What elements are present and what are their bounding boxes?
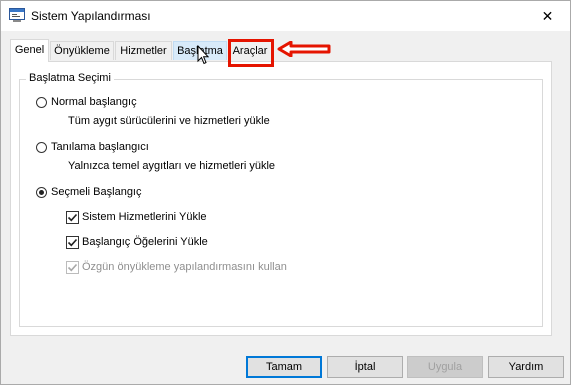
- checkmark-icon: [67, 238, 78, 247]
- tab-services[interactable]: Hizmetler: [115, 41, 172, 60]
- annotation-highlight-box: [228, 39, 274, 67]
- window-title: Sistem Yapılandırması: [31, 9, 151, 23]
- apply-button: Uygula: [407, 356, 483, 378]
- msconfig-icon: [9, 8, 25, 22]
- checkmark-icon: [67, 213, 78, 222]
- group-legend: Başlatma Seçimi: [26, 72, 114, 84]
- diagnostic-startup-label[interactable]: Tanılama başlangıcı: [51, 141, 149, 153]
- checkmark-icon: [67, 263, 78, 272]
- load-system-services-checkbox[interactable]: [66, 211, 79, 224]
- mouse-cursor-icon: [197, 45, 209, 65]
- diagnostic-startup-radio[interactable]: [36, 142, 47, 153]
- diagnostic-startup-description: Yalnızca temel aygıtları ve hizmetleri y…: [68, 160, 276, 172]
- load-startup-items-checkbox[interactable]: [66, 236, 79, 249]
- selective-startup-label[interactable]: Seçmeli Başlangıç: [51, 186, 142, 198]
- ok-button[interactable]: Tamam: [246, 356, 322, 378]
- title-bar: Sistem Yapılandırması ✕: [1, 1, 570, 31]
- normal-startup-radio[interactable]: [36, 97, 47, 108]
- normal-startup-description: Tüm aygıt sürücülerini ve hizmetleri yük…: [68, 115, 270, 127]
- selective-startup-radio[interactable]: [36, 187, 47, 198]
- load-system-services-label[interactable]: Sistem Hizmetlerini Yükle: [82, 211, 207, 223]
- load-startup-items-label[interactable]: Başlangıç Öğelerini Yükle: [82, 236, 208, 248]
- annotation-arrow-icon: [277, 41, 331, 57]
- tab-boot[interactable]: Önyükleme: [50, 41, 114, 60]
- use-original-boot-config-checkbox: [66, 261, 79, 274]
- normal-startup-label[interactable]: Normal başlangıç: [51, 96, 137, 108]
- close-button[interactable]: ✕: [525, 1, 570, 31]
- close-icon: ✕: [541, 7, 554, 24]
- help-button[interactable]: Yardım: [488, 356, 564, 378]
- system-configuration-window: Sistem Yapılandırması ✕ Genel Önyükleme …: [0, 0, 571, 385]
- startup-selection-group: Başlatma Seçimi Normal başlangıç Tüm ayg…: [19, 72, 543, 327]
- general-tab-panel: Başlatma Seçimi Normal başlangıç Tüm ayg…: [10, 61, 552, 336]
- use-original-boot-config-label: Özgün önyükleme yapılandırmasını kullan: [82, 261, 287, 273]
- tab-general[interactable]: Genel: [10, 39, 49, 62]
- cancel-button[interactable]: İptal: [327, 356, 403, 378]
